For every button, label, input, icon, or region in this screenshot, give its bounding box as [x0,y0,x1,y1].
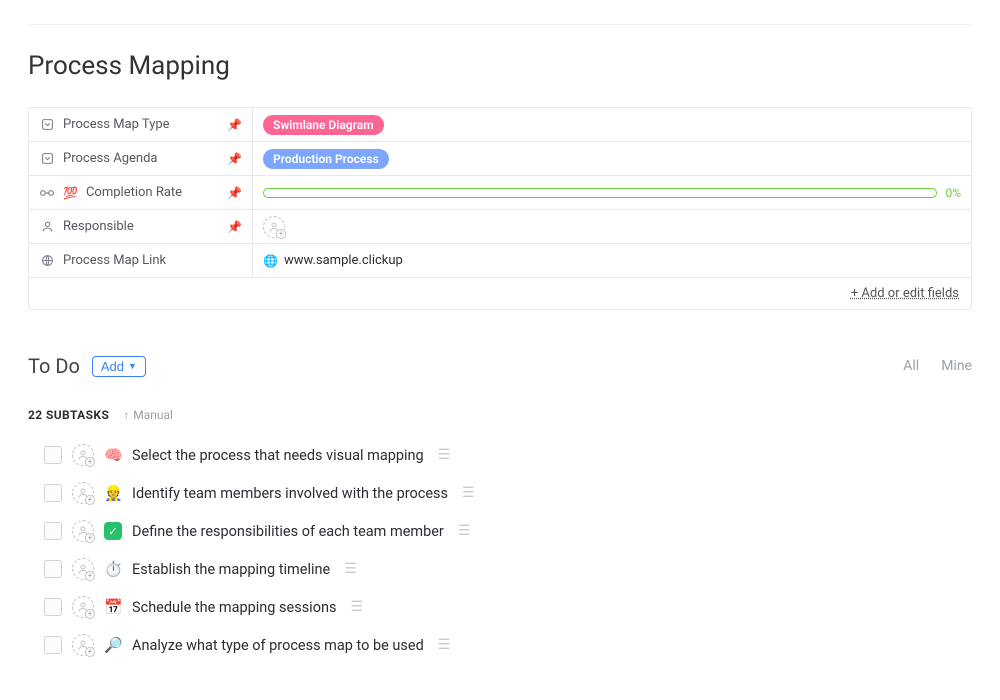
task-emoji-icon: 📅 [104,598,122,616]
tag-swimlane[interactable]: Swimlane Diagram [263,115,384,135]
task-emoji-icon: ⏱️ [104,560,122,578]
add-edit-fields-link[interactable]: + Add or edit fields [851,286,959,301]
task-row[interactable]: + 🔎 Analyze what type of process map to be… [28,634,972,656]
task-emoji-icon: 👷 [104,484,122,502]
link-url[interactable]: www.sample.clickup [284,253,403,268]
todo-section-title: To Do [28,354,80,378]
fields-table: Process Map Type 📌 Swimlane Diagram Proc… [28,107,972,310]
pin-icon[interactable]: 📌 [227,118,242,132]
assignee-add[interactable]: + [263,216,285,238]
check-badge-icon: ✓ [104,522,122,540]
description-icon[interactable]: ☰ [344,561,357,577]
field-label: Completion Rate [86,185,182,200]
assignee-add[interactable]: + [72,634,94,656]
globe-icon [39,254,55,267]
task-text[interactable]: Analyze what type of process map to be u… [132,637,424,654]
assignee-add[interactable]: + [72,444,94,466]
task-row[interactable]: + 🧠 Select the process that needs visual m… [28,444,972,466]
field-process-map-link[interactable]: Process Map Link 🌐 www.sample.clickup [29,244,971,278]
add-button[interactable]: Add▼ [92,356,146,377]
chevron-down-icon: ▼ [128,361,137,371]
pin-icon[interactable]: 📌 [227,186,242,200]
task-row[interactable]: + ⏱️ Establish the mapping timeline ☰ [28,558,972,580]
field-completion-rate[interactable]: 💯 Completion Rate 📌 0% [29,176,971,210]
task-checkbox[interactable] [44,446,62,464]
task-text[interactable]: Establish the mapping timeline [132,561,330,578]
progress-icon [39,188,55,198]
link-globe-icon: 🌐 [263,254,278,268]
description-icon[interactable]: ☰ [350,599,363,615]
filter-all[interactable]: All [903,358,919,374]
field-process-map-type[interactable]: Process Map Type 📌 Swimlane Diagram [29,108,971,142]
task-row[interactable]: + 👷 Identify team members involved with th… [28,482,972,504]
task-checkbox[interactable] [44,636,62,654]
field-label: Process Map Link [63,253,166,268]
assignee-add[interactable]: + [72,558,94,580]
task-text[interactable]: Select the process that needs visual map… [132,447,424,464]
task-checkbox[interactable] [44,560,62,578]
task-checkbox[interactable] [44,484,62,502]
field-label: Process Map Type [63,117,170,132]
dropdown-icon [39,118,55,131]
pin-icon[interactable]: 📌 [227,152,242,166]
progress-bar [263,188,937,198]
person-icon [39,220,55,233]
subtasks-count: 22 SUBTASKS [28,408,109,422]
hundred-emoji: 💯 [63,186,78,200]
description-icon[interactable]: ☰ [438,447,451,463]
task-row[interactable]: + 📅 Schedule the mapping sessions ☰ [28,596,972,618]
tasks-list: + 🧠 Select the process that needs visual m… [28,444,972,656]
assignee-add[interactable]: + [72,596,94,618]
field-responsible[interactable]: Responsible 📌 + [29,210,971,244]
field-process-agenda[interactable]: Process Agenda 📌 Production Process [29,142,971,176]
task-emoji-icon: 🔎 [104,636,122,654]
task-text[interactable]: Schedule the mapping sessions [132,599,336,616]
tag-production-process[interactable]: Production Process [263,149,389,169]
description-icon[interactable]: ☰ [458,523,471,539]
progress-percent: 0% [945,186,961,200]
pin-icon[interactable]: 📌 [227,220,242,234]
filter-mine[interactable]: Mine [941,358,972,374]
assignee-add[interactable]: + [72,520,94,542]
description-icon[interactable]: ☰ [438,637,451,653]
task-text[interactable]: Define the responsibilities of each team… [132,523,444,540]
assignee-add[interactable]: + [72,482,94,504]
task-text[interactable]: Identify team members involved with the … [132,485,448,502]
field-label: Responsible [63,219,134,234]
task-checkbox[interactable] [44,598,62,616]
description-icon[interactable]: ☰ [462,485,475,501]
task-checkbox[interactable] [44,522,62,540]
field-label: Process Agenda [63,151,158,166]
sort-mode[interactable]: ↑ Manual [123,408,173,422]
task-row[interactable]: + ✓ Define the responsibilities of each te… [28,520,972,542]
dropdown-icon [39,152,55,165]
page-title: Process Mapping [28,51,972,81]
task-emoji-icon: 🧠 [104,446,122,464]
arrow-up-icon: ↑ [123,408,129,422]
